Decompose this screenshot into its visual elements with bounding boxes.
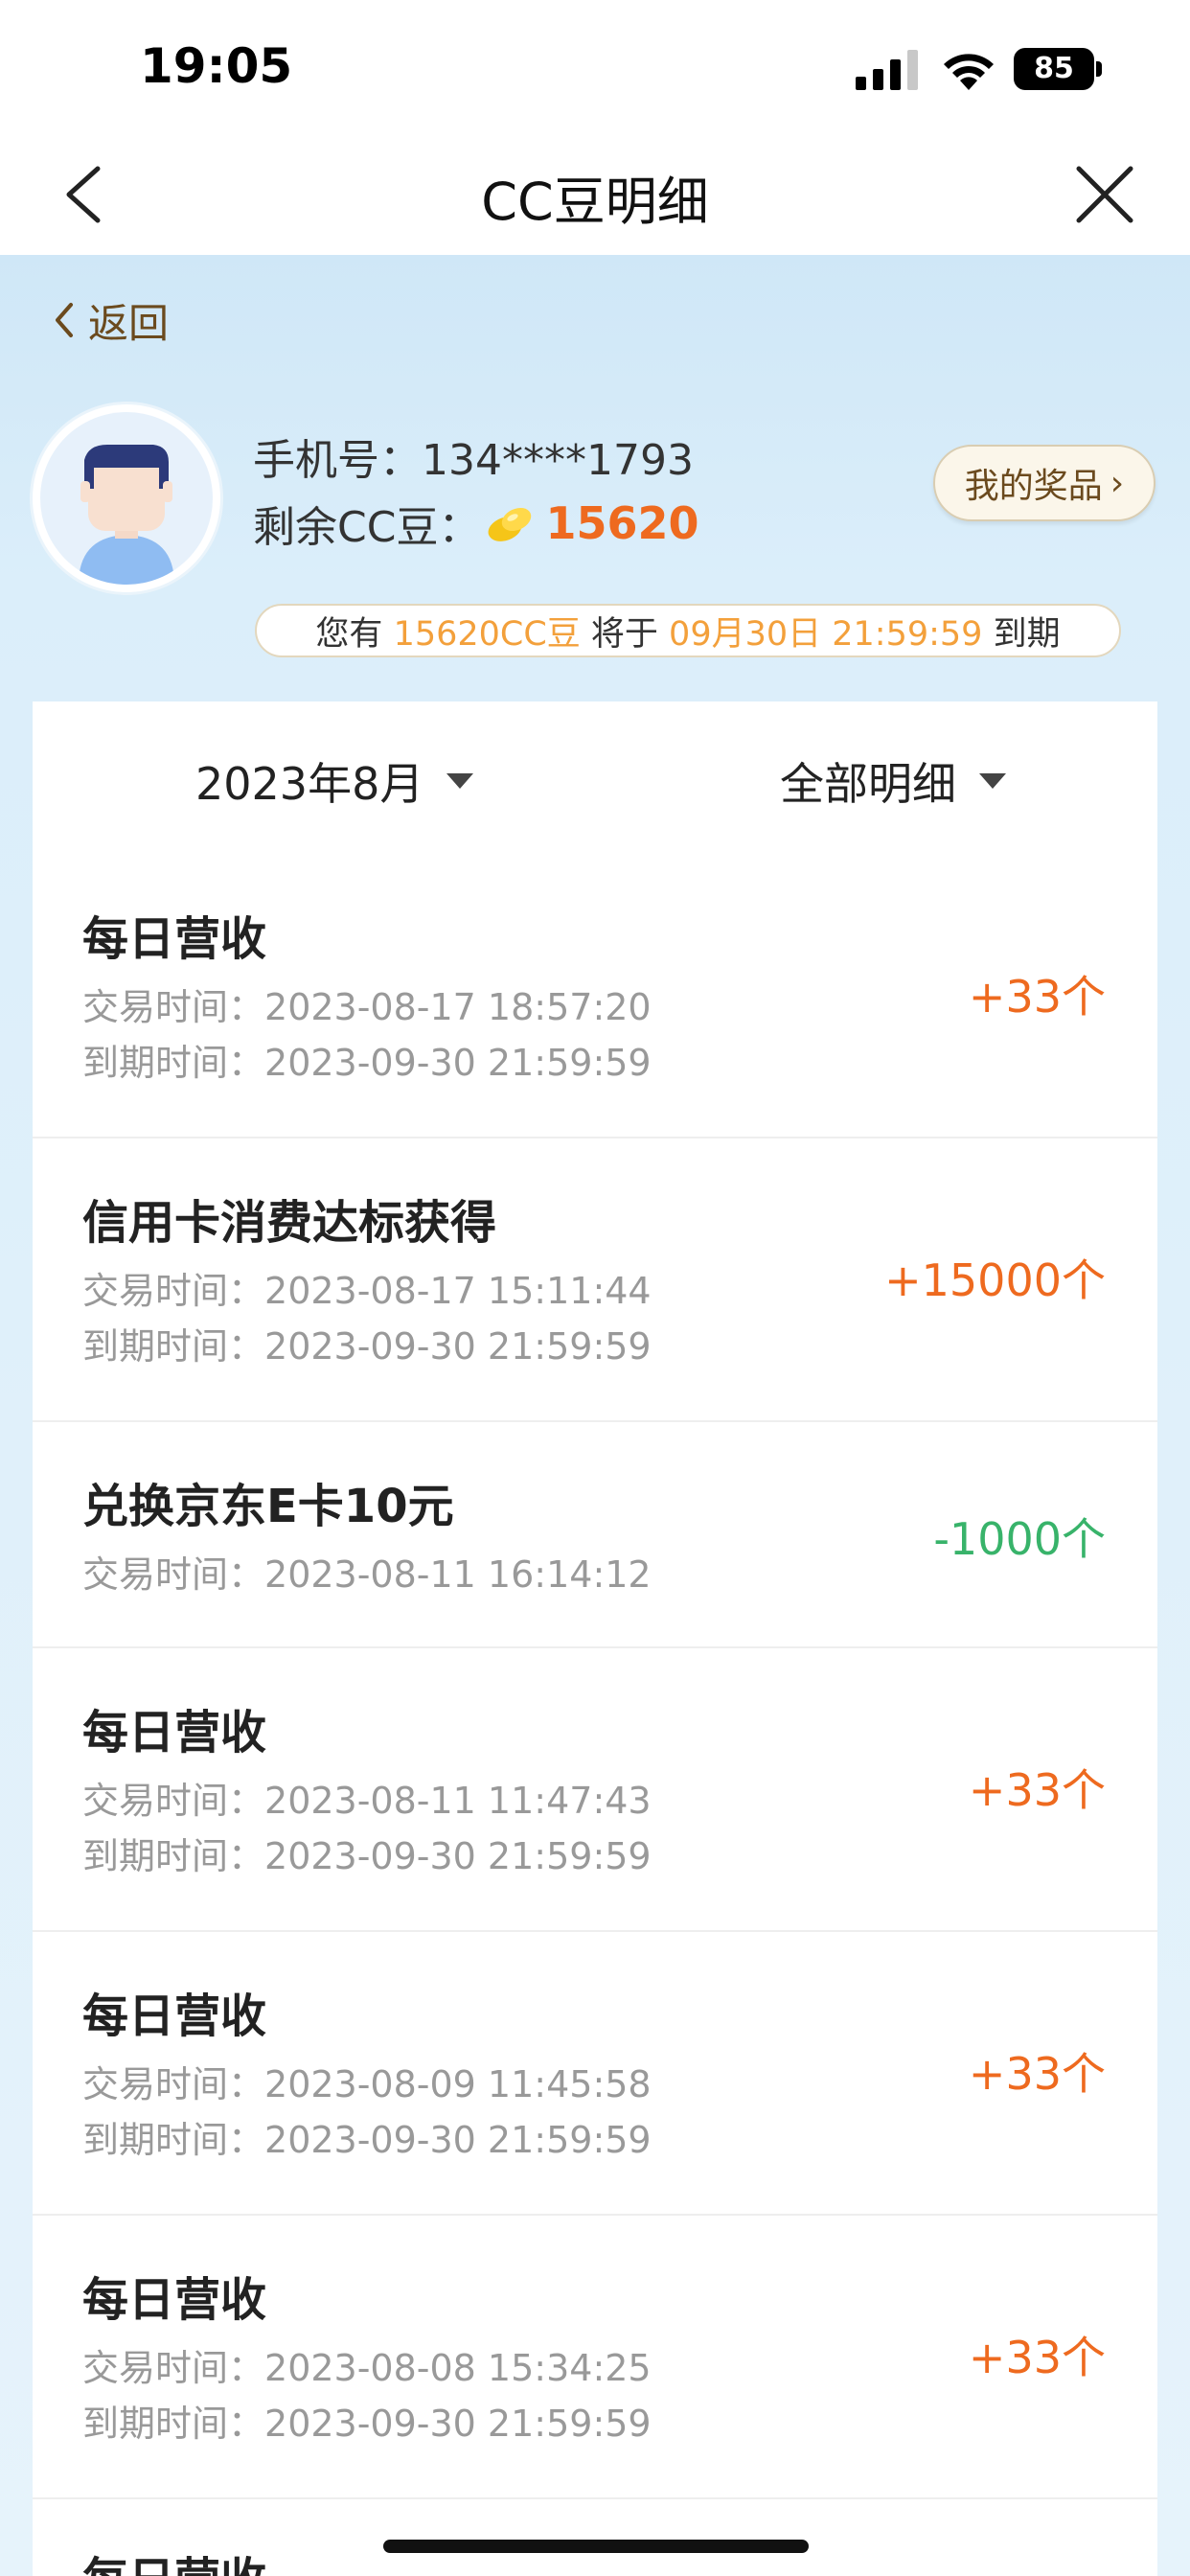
record-title: 每日营收 — [82, 912, 267, 966]
cellular-signal-icon — [856, 50, 918, 90]
caret-down-icon — [979, 773, 1006, 789]
record-title: 每日营收 — [82, 2273, 267, 2327]
expiry-suffix: 到期 — [982, 614, 1061, 654]
record-trade-time: 交易时间：2023-08-17 15:11:44 — [82, 1270, 652, 1312]
my-prizes-button[interactable]: 我的奖品 › — [933, 445, 1156, 521]
status-bar: 19:05 85 — [0, 0, 1190, 134]
record-amount: -1000个 — [933, 1513, 1106, 1565]
avatar — [33, 404, 220, 592]
beans-balance: 剩余CC豆： 15620 — [253, 493, 699, 554]
record-amount: +33个 — [968, 1764, 1106, 1816]
type-filter[interactable]: 全部明细 — [780, 749, 1006, 813]
record-title: 每日营收 — [82, 1706, 267, 1760]
record-item[interactable]: 每日营收 交易时间：2023-08-09 11:45:58 到期时间：2023-… — [33, 1932, 1157, 2216]
record-title: 每日营收 — [82, 1990, 267, 2043]
phone-value: 134****1793 — [422, 436, 694, 485]
caret-down-icon — [446, 773, 474, 789]
record-item[interactable]: 信用卡消费达标获得 交易时间：2023-08-17 15:11:44 到期时间：… — [33, 1138, 1157, 1422]
battery-level: 85 — [1014, 48, 1094, 90]
record-expire-time: 到期时间：2023-09-30 21:59:59 — [82, 1042, 652, 1084]
beans-count: 15620 — [545, 497, 699, 549]
status-time: 19:05 — [140, 38, 293, 94]
return-link[interactable]: 返回 — [52, 291, 169, 349]
wifi-icon — [944, 54, 994, 90]
return-label: 返回 — [88, 299, 170, 347]
record-item[interactable]: 每日营收 交易时间：2023-08-08 15:34:25 到期时间：2023-… — [33, 2216, 1157, 2499]
records-card: 2023年8月 全部明细 每日营收 交易时间：2023-08-17 18:57:… — [33, 702, 1157, 2576]
record-amount: +33个 — [968, 2332, 1106, 2383]
phone-label: 手机号： — [253, 436, 422, 485]
record-item[interactable]: 每日营收 — [33, 2499, 1157, 2576]
chevron-right-icon: › — [1110, 463, 1125, 503]
record-trade-time: 交易时间：2023-08-08 15:34:25 — [82, 2347, 652, 2389]
month-filter[interactable]: 2023年8月 — [195, 749, 474, 813]
record-expire-time: 到期时间：2023-09-30 21:59:59 — [82, 1835, 652, 1877]
record-item[interactable]: 每日营收 交易时间：2023-08-11 11:47:43 到期时间：2023-… — [33, 1648, 1157, 1932]
type-filter-label: 全部明细 — [780, 758, 956, 810]
expiry-middle: 将于 — [580, 614, 670, 654]
user-avatar-icon — [79, 445, 174, 585]
beans-label: 剩余CC豆： — [253, 503, 481, 552]
record-expire-time: 到期时间：2023-09-30 21:59:59 — [82, 1325, 652, 1368]
record-trade-time: 交易时间：2023-08-17 18:57:20 — [82, 986, 652, 1028]
battery-icon: 85 — [1014, 48, 1102, 90]
record-title: 信用卡消费达标获得 — [82, 1196, 497, 1250]
home-indicator — [383, 2540, 809, 2553]
month-filter-label: 2023年8月 — [195, 758, 424, 810]
page-title: CC豆明细 — [481, 172, 709, 232]
bean-icon — [489, 507, 532, 541]
record-title: 兑换京东E卡10元 — [82, 1480, 454, 1533]
expiry-prefix: 您有 — [315, 614, 394, 654]
expiry-date: 09月30日 21:59:59 — [669, 614, 983, 654]
record-expire-time: 到期时间：2023-09-30 21:59:59 — [82, 2403, 652, 2445]
record-amount: +33个 — [968, 2048, 1106, 2100]
expiry-notice: 您有 15620CC豆 将于 09月30日 21:59:59 到期 — [255, 604, 1121, 657]
my-prizes-label: 我的奖品 — [964, 467, 1103, 506]
record-trade-time: 交易时间：2023-08-09 11:45:58 — [82, 2063, 652, 2105]
phone-number: 手机号：134****1793 — [253, 426, 694, 487]
record-amount: +33个 — [968, 971, 1106, 1023]
nav-bar: CC豆明细 — [0, 134, 1190, 256]
record-amount: +15000个 — [884, 1254, 1106, 1306]
chevron-left-icon — [56, 303, 73, 337]
record-item[interactable]: 每日营收 交易时间：2023-08-17 18:57:20 到期时间：2023-… — [33, 855, 1157, 1138]
record-item[interactable]: 兑换京东E卡10元 交易时间：2023-08-11 16:14:12 -1000… — [33, 1422, 1157, 1648]
close-icon[interactable] — [1073, 163, 1136, 226]
record-title: 每日营收 — [82, 2542, 266, 2576]
expiry-amount: 15620CC豆 — [393, 614, 581, 654]
record-trade-time: 交易时间：2023-08-11 11:47:43 — [82, 1780, 652, 1822]
record-trade-time: 交易时间：2023-08-11 16:14:12 — [82, 1553, 652, 1596]
record-expire-time: 到期时间：2023-09-30 21:59:59 — [82, 2119, 652, 2161]
filter-row: 2023年8月 全部明细 — [33, 702, 1157, 855]
